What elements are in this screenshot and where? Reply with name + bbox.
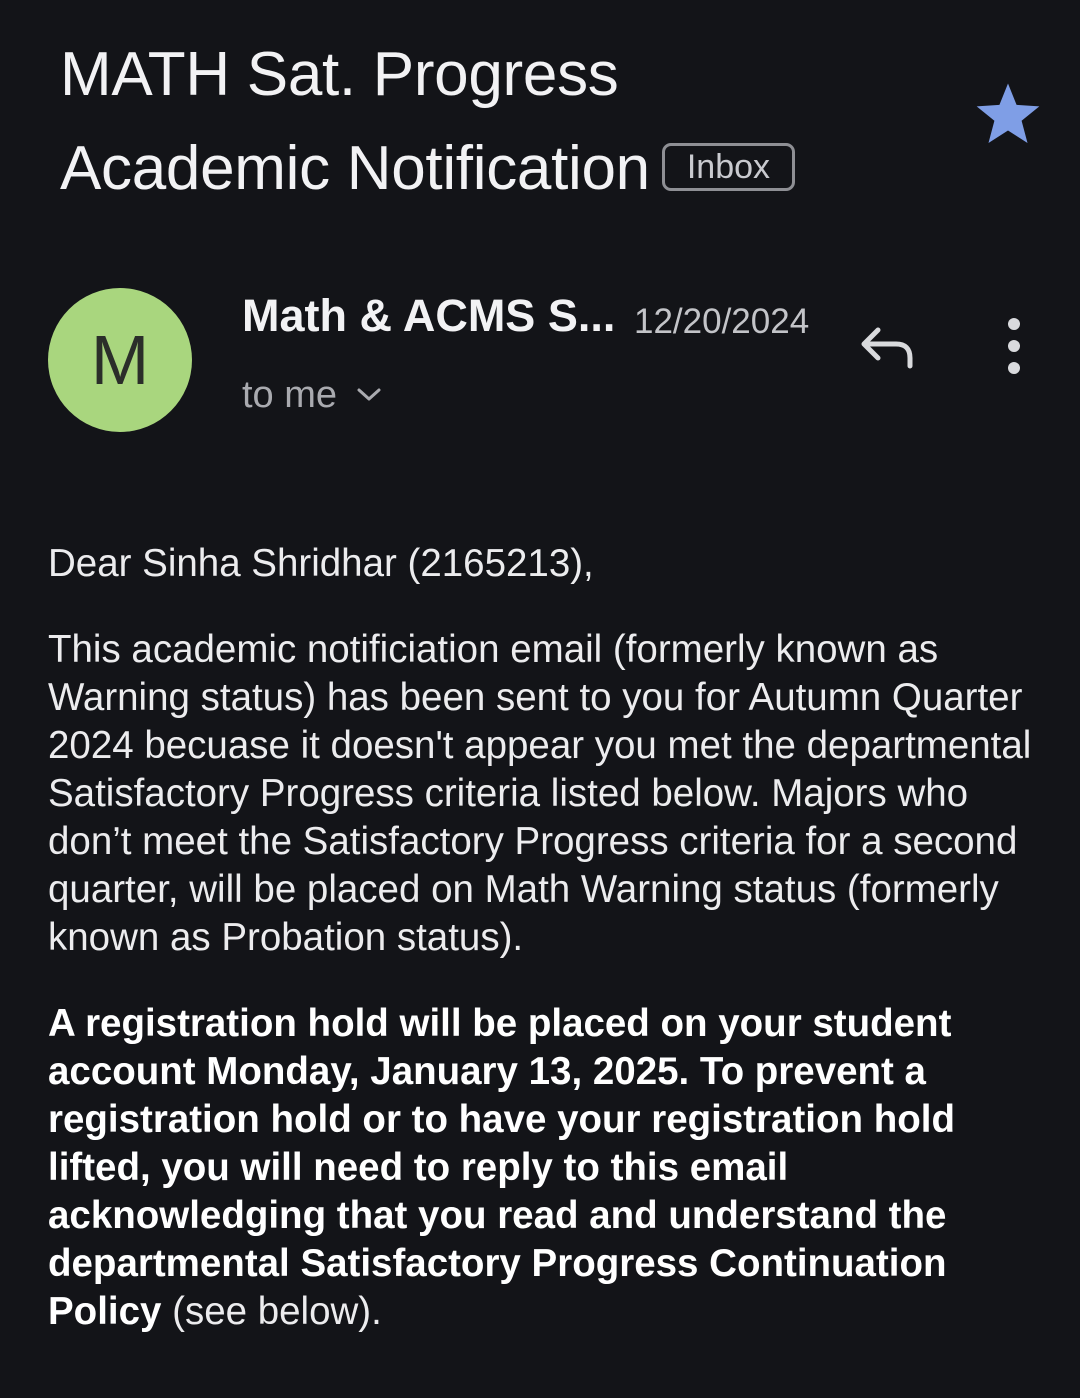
- body-paragraph-1: This academic notificiation email (forme…: [48, 628, 1032, 959]
- reply-icon: [861, 327, 913, 369]
- recipient-label: to me: [242, 374, 338, 416]
- reply-button[interactable]: [856, 320, 920, 376]
- greeting: Dear Sinha Shridhar (2165213),: [48, 542, 594, 585]
- inbox-label-badge[interactable]: Inbox: [661, 142, 796, 191]
- more-vert-icon: [1008, 318, 1020, 374]
- body-paragraph-2: A registration hold will be placed on yo…: [48, 1000, 1048, 1336]
- more-options-button[interactable]: [996, 316, 1032, 376]
- chevron-down-icon: [355, 371, 383, 414]
- email-body: Dear Sinha Shridhar (2165213), This acad…: [48, 540, 1048, 1336]
- subject-line-2: Academic Notification: [60, 134, 650, 203]
- sender-avatar[interactable]: M: [48, 288, 192, 432]
- subject-line-2-wrap: Academic Notification Inbox: [60, 122, 940, 216]
- registration-hold-notice: A registration hold will be placed on yo…: [48, 1002, 955, 1333]
- recipient-toggle[interactable]: to me: [242, 374, 383, 418]
- sender-header: M Math & ACMS S... 12/20/2024 to me: [0, 280, 1080, 440]
- paragraph-2-tail: (see below).: [161, 1290, 382, 1333]
- sender-name[interactable]: Math & ACMS S...: [242, 290, 615, 342]
- star-button[interactable]: [972, 80, 1044, 148]
- email-subject: MATH Sat. Progress Academic Notification…: [60, 28, 940, 216]
- sent-date: 12/20/2024: [634, 302, 810, 341]
- subject-line-1: MATH Sat. Progress: [60, 40, 619, 109]
- star-icon: [976, 83, 1040, 143]
